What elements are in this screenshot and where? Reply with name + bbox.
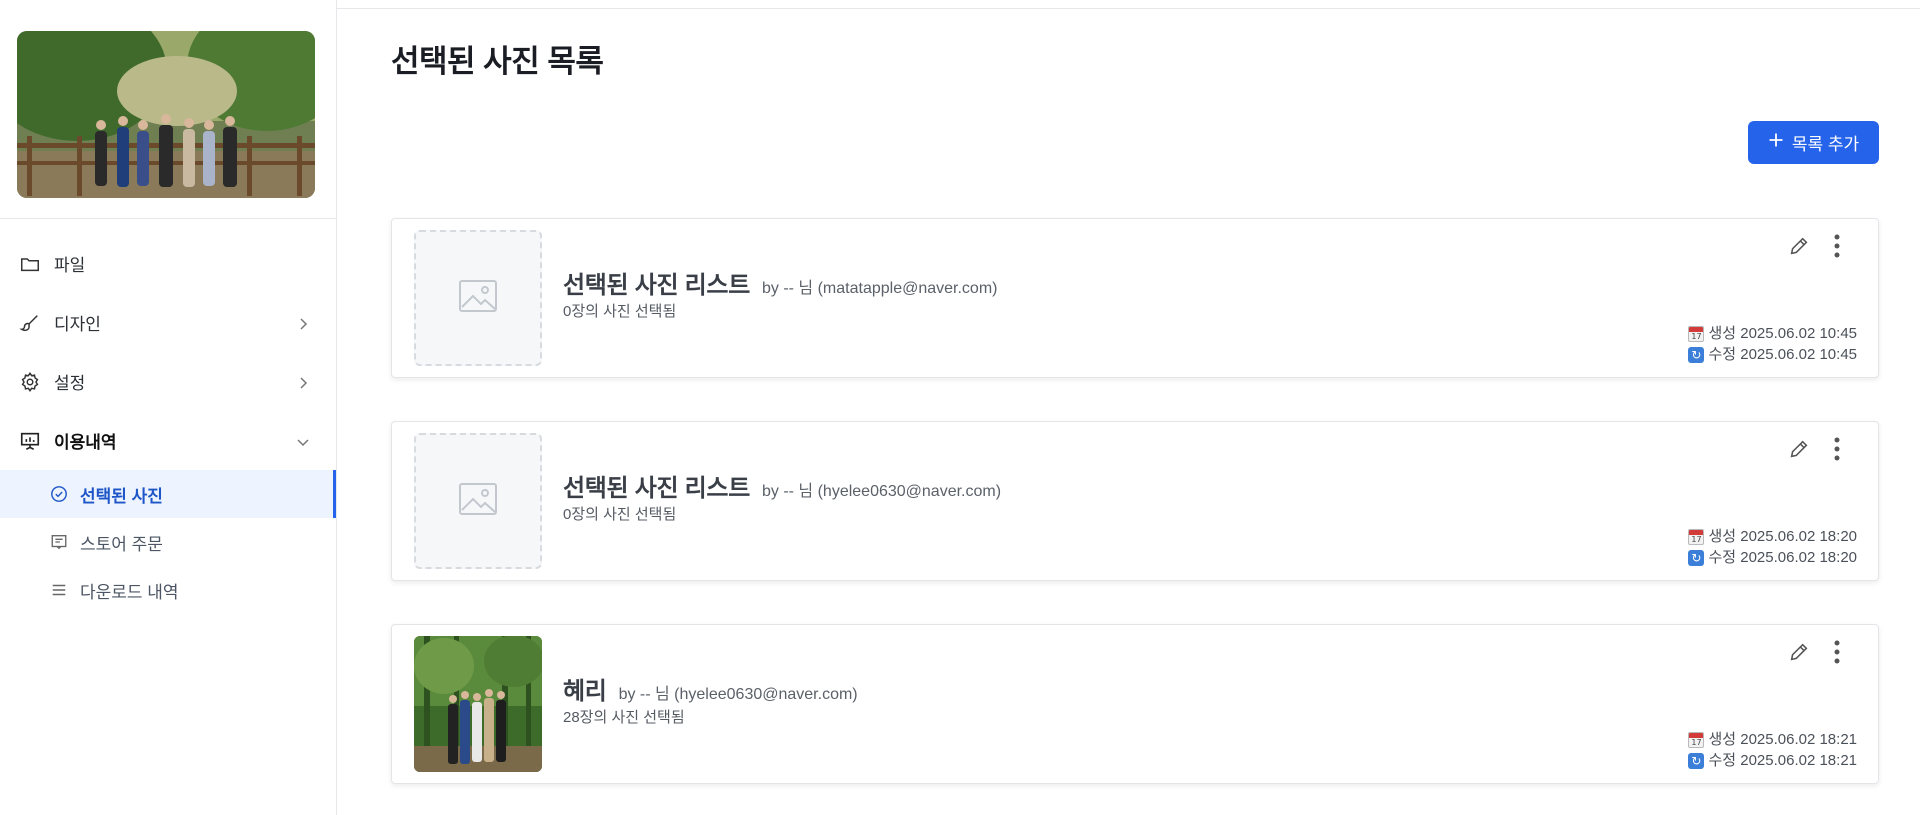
- image-placeholder-icon: [458, 482, 498, 521]
- edit-button[interactable]: [1786, 235, 1812, 261]
- chevron-down-icon: [296, 434, 310, 448]
- sidebar-item-file[interactable]: 파일: [0, 234, 336, 293]
- page-title: 선택된 사진 목록: [391, 44, 604, 79]
- sidebar-subitem-store-orders[interactable]: 스토어 주문: [0, 518, 336, 566]
- card-title: 선택된 사진 리스트: [563, 475, 750, 502]
- sidebar-item-label: 설정: [54, 374, 86, 393]
- card-title: 선택된 사진 리스트: [563, 272, 750, 299]
- created-date: 생성 2025.06.02 10:45: [1708, 325, 1857, 342]
- sidebar-nav: 파일 디자인 설정 이용내역 선택된 사진 스토어 주문 다운로드 내역: [0, 234, 336, 614]
- thumbnail-placeholder: [414, 433, 542, 569]
- selection-list-card[interactable]: 선택된 사진 리스트 by -- 님 (matatapple@naver.com…: [391, 218, 1879, 378]
- edit-button[interactable]: [1786, 438, 1812, 464]
- gear-icon: [18, 370, 42, 394]
- image-placeholder-icon: [458, 279, 498, 318]
- group-photo-image: [17, 31, 315, 198]
- card-title-row: 선택된 사진 리스트 by -- 님 (matatapple@naver.com…: [563, 265, 997, 300]
- add-list-button-label: 목록 추가: [1791, 135, 1860, 154]
- selection-list-card[interactable]: 선택된 사진 리스트 by -- 님 (hyelee0630@naver.com…: [391, 421, 1879, 581]
- created-date: 생성 2025.06.02 18:21: [1708, 731, 1857, 748]
- check-circle-icon: [48, 483, 70, 505]
- card-photo-count: 28장의 사진 선택됨: [563, 709, 685, 726]
- sidebar-subitem-label: 선택된 사진: [80, 486, 163, 506]
- card-dates: 생성 2025.06.02 10:45 ↻수정 2025.06.02 10:45: [1688, 323, 1857, 365]
- refresh-icon: ↻: [1688, 346, 1705, 363]
- presentation-icon: [18, 429, 42, 453]
- plus-icon: [1768, 132, 1784, 153]
- folder-icon: [18, 252, 42, 276]
- card-photo-count: 0장의 사진 선택됨: [563, 303, 677, 320]
- edit-button[interactable]: [1786, 641, 1812, 667]
- calendar-icon: [1688, 528, 1705, 545]
- more-vertical-icon: [1834, 640, 1840, 669]
- sidebar-item-label: 디자인: [54, 315, 101, 334]
- sidebar-item-label: 파일: [54, 256, 86, 275]
- more-options-button[interactable]: [1824, 234, 1850, 263]
- updated-date: 수정 2025.06.02 18:21: [1708, 752, 1857, 769]
- card-photo-count: 0장의 사진 선택됨: [563, 506, 677, 523]
- brush-icon: [18, 311, 42, 335]
- sidebar-item-settings[interactable]: 설정: [0, 352, 336, 411]
- receipt-icon: [48, 531, 70, 553]
- card-dates: 생성 2025.06.02 18:20 ↻수정 2025.06.02 18:20: [1688, 526, 1857, 568]
- sidebar-divider: [0, 218, 336, 219]
- pencil-icon: [1788, 438, 1810, 465]
- updated-date: 수정 2025.06.02 10:45: [1708, 346, 1857, 363]
- more-options-button[interactable]: [1824, 437, 1850, 466]
- chevron-right-icon: [296, 316, 310, 330]
- add-list-button[interactable]: 목록 추가: [1748, 121, 1879, 164]
- forest-group-photo-image: [414, 636, 542, 772]
- sidebar: 파일 디자인 설정 이용내역 선택된 사진 스토어 주문 다운로드 내역: [0, 0, 337, 815]
- updated-date: 수정 2025.06.02 18:20: [1708, 549, 1857, 566]
- sidebar-item-label: 이용내역: [54, 433, 117, 452]
- pencil-icon: [1788, 641, 1810, 668]
- top-divider: [337, 8, 1920, 9]
- chevron-right-icon: [296, 375, 310, 389]
- created-date: 생성 2025.06.02 18:20: [1708, 528, 1857, 545]
- card-owner: by -- 님 (hyelee0630@naver.com): [761, 483, 1002, 500]
- card-owner: by -- 님 (matatapple@naver.com): [761, 280, 998, 297]
- card-title-row: 혜리 by -- 님 (hyelee0630@naver.com): [563, 671, 858, 706]
- sidebar-subitem-label: 다운로드 내역: [80, 582, 179, 602]
- selection-list-card[interactable]: 혜리 by -- 님 (hyelee0630@naver.com) 28장의 사…: [391, 624, 1879, 784]
- profile-cover-image: [17, 31, 315, 198]
- card-dates: 생성 2025.06.02 18:21 ↻수정 2025.06.02 18:21: [1688, 729, 1857, 771]
- refresh-icon: ↻: [1688, 549, 1705, 566]
- thumbnail-placeholder: [414, 230, 542, 366]
- more-vertical-icon: [1834, 437, 1840, 466]
- pencil-icon: [1788, 235, 1810, 262]
- calendar-icon: [1688, 731, 1705, 748]
- calendar-icon: [1688, 325, 1705, 342]
- sidebar-subitem-selected-photos[interactable]: 선택된 사진: [0, 470, 336, 518]
- card-title: 혜리: [563, 678, 607, 705]
- card-owner: by -- 님 (hyelee0630@naver.com): [618, 686, 858, 703]
- sidebar-subitem-label: 스토어 주문: [80, 534, 163, 554]
- more-options-button[interactable]: [1824, 640, 1850, 669]
- sidebar-item-design[interactable]: 디자인: [0, 293, 336, 352]
- card-title-row: 선택된 사진 리스트 by -- 님 (hyelee0630@naver.com…: [563, 468, 1001, 503]
- more-vertical-icon: [1834, 234, 1840, 263]
- list-icon: [48, 579, 70, 601]
- sidebar-item-usage[interactable]: 이용내역: [0, 411, 336, 470]
- sidebar-subitem-downloads[interactable]: 다운로드 내역: [0, 566, 336, 614]
- app: 파일 디자인 설정 이용내역 선택된 사진 스토어 주문 다운로드 내역 선택된…: [0, 0, 1920, 815]
- thumbnail-photo: [414, 636, 542, 772]
- refresh-icon: ↻: [1688, 752, 1705, 769]
